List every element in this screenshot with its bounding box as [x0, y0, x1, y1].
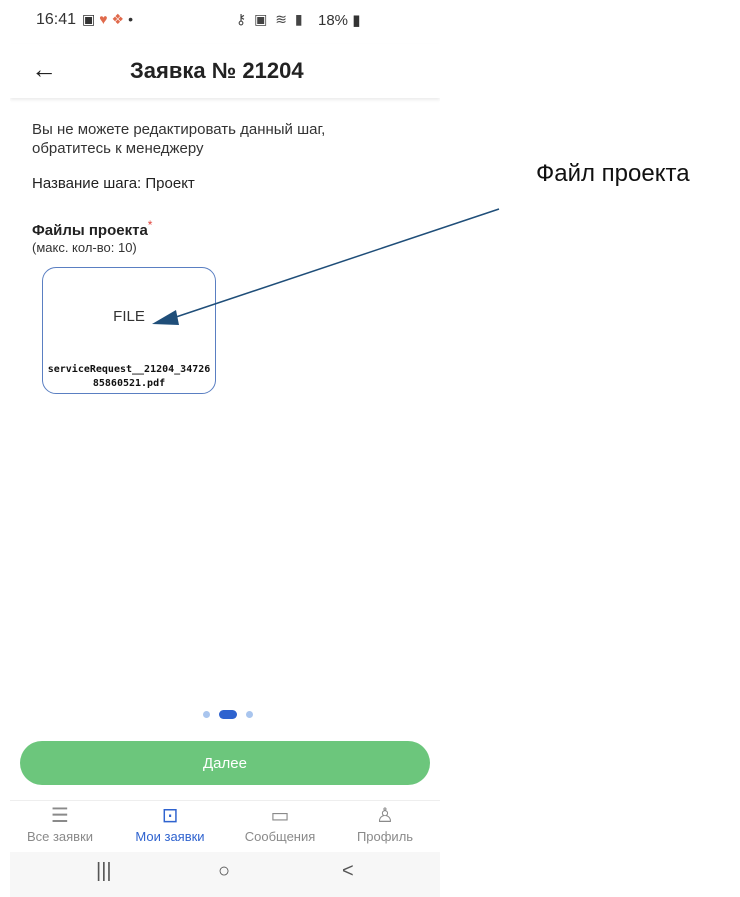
tab-profile[interactable]: ♙ Профиль [335, 803, 435, 853]
files-limit: (макс. кол-во: 10) [32, 240, 137, 255]
heart-icon: ♥ [99, 11, 112, 27]
next-button[interactable]: Далее [20, 741, 430, 785]
tab-label: Мои заявки [135, 829, 205, 844]
gallery-icon: ▣ [82, 11, 100, 27]
dropbox-icon: ❖ [111, 11, 129, 27]
step-content: Вы не можете редактировать данный шаг, о… [10, 98, 440, 738]
required-mark: * [147, 218, 153, 232]
battery-level: 18% ▮ [318, 12, 361, 29]
chat-icon: ▭ [270, 805, 290, 827]
lock-icon: ▣ [254, 11, 270, 27]
arrow-left-icon: ← [31, 54, 57, 84]
home-button[interactable]: ○ [218, 860, 230, 883]
step-pager [193, 708, 263, 720]
battery-icon: ▮ [352, 12, 361, 29]
app-bar: ← Заявка № 21204 [10, 44, 440, 98]
bottom-tab-bar: ☰ Все заявки ⊡ Мои заявки ▭ Сообщения ♙ … [10, 800, 440, 853]
edit-warning: Вы не можете редактировать данный шаг, о… [32, 121, 326, 157]
pager-dot [203, 711, 210, 718]
file-type-label: FILE [113, 308, 145, 325]
system-nav-bar: ||| ○ < [10, 852, 440, 897]
back-button[interactable]: ← [28, 54, 60, 86]
system-icons: ⚷ ▣ ≋ ▮ [236, 11, 305, 28]
file-card[interactable]: FILE serviceRequest__21204_3472685860521… [42, 267, 216, 394]
wifi-icon: ≋ [275, 11, 290, 27]
person-icon: ♙ [376, 805, 394, 827]
tab-all-requests[interactable]: ☰ Все заявки [10, 803, 110, 853]
tab-messages[interactable]: ▭ Сообщения [230, 803, 330, 853]
bag-icon: ⊡ [161, 805, 179, 827]
status-bar: 16:41 ▣♥❖• ⚷ ▣ ≋ ▮ 18% ▮ [10, 0, 440, 44]
signal-icon: ▮ [294, 11, 305, 27]
step-name: Название шага: Проект [32, 175, 195, 192]
annotation-label: Файл проекта [536, 160, 690, 187]
phone-screen: 16:41 ▣♥❖• ⚷ ▣ ≋ ▮ 18% ▮ ← Заявка № 2120… [10, 0, 440, 897]
files-label: Файлы проекта* [32, 218, 153, 239]
notification-icons: ▣♥❖• [82, 11, 137, 28]
tab-my-requests[interactable]: ⊡ Мои заявки [120, 803, 220, 853]
recent-apps-button[interactable]: ||| [96, 860, 112, 883]
pager-dot-active [219, 710, 237, 719]
file-name: serviceRequest__21204_3472685860521.pdf [47, 364, 211, 389]
key-icon: ⚷ [236, 11, 249, 27]
tab-label: Все заявки [26, 829, 94, 844]
back-nav-button[interactable]: < [342, 860, 354, 883]
list-icon: ☰ [51, 805, 69, 827]
tab-label: Сообщения [244, 829, 316, 844]
tab-label: Профиль [356, 829, 414, 844]
status-time: 16:41 [36, 11, 77, 28]
page-title: Заявка № 21204 [130, 58, 304, 83]
dot-icon: • [128, 11, 138, 27]
pager-dot [246, 711, 253, 718]
